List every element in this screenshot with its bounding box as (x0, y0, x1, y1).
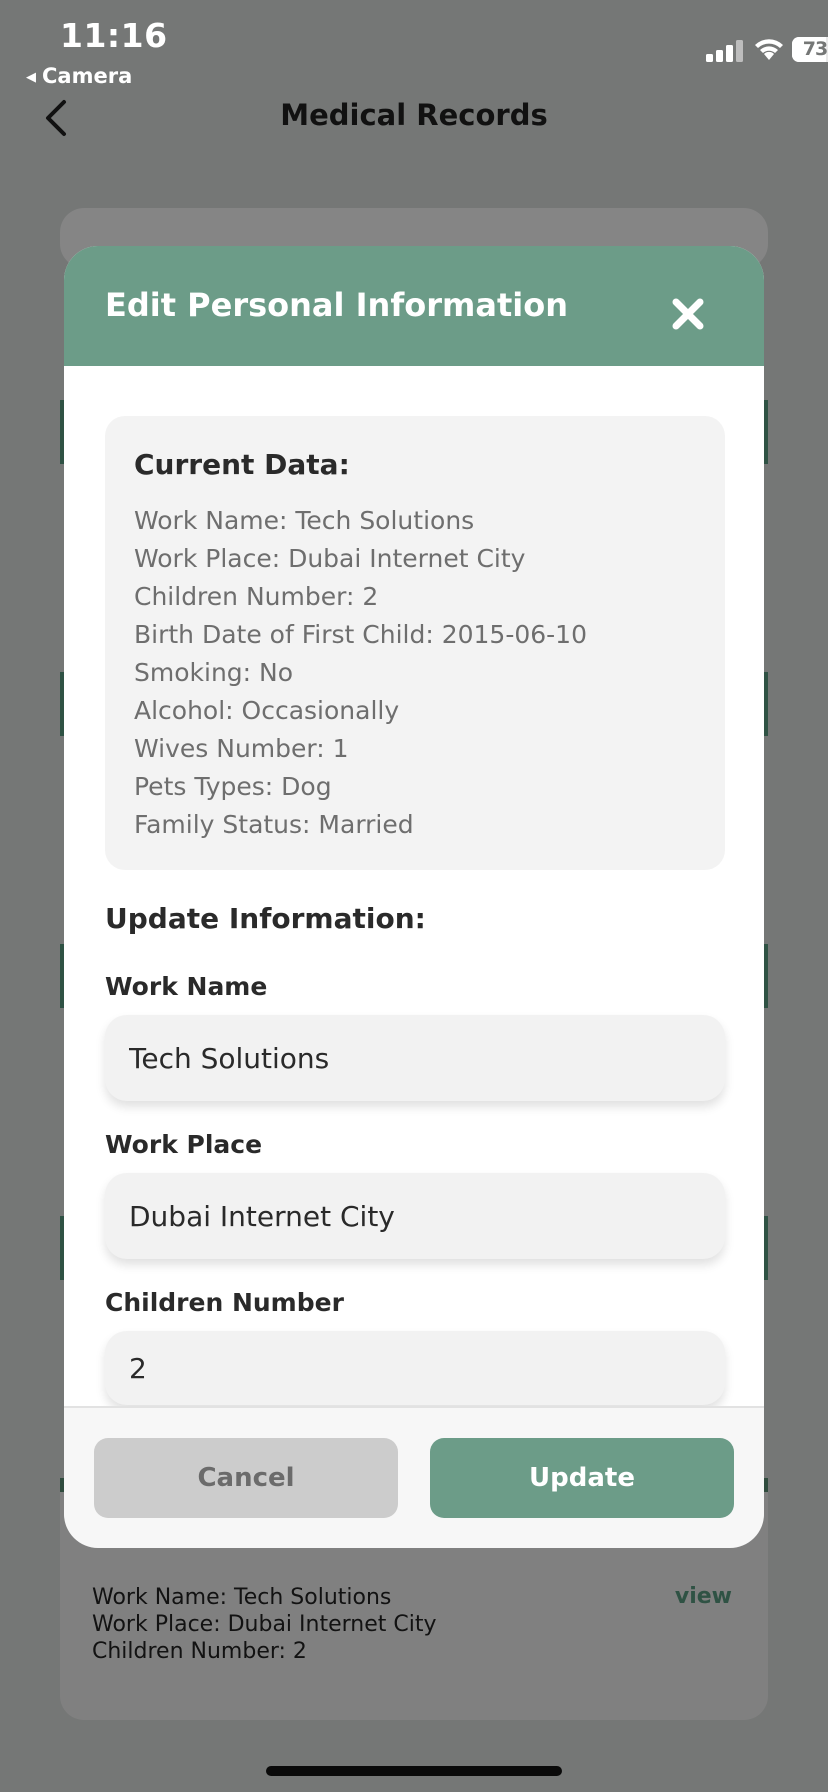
wifi-icon (755, 39, 783, 60)
home-indicator[interactable] (266, 1766, 562, 1776)
children-number-label: Children Number (105, 1288, 344, 1317)
current-data-item: Work Name: Tech Solutions (134, 506, 475, 535)
work-place-label: Work Place (105, 1130, 263, 1159)
background-record-summary: Work Name: Tech Solutions Work Place: Du… (92, 1584, 437, 1665)
modal-footer: Cancel Update (64, 1406, 764, 1548)
current-data-list: Work Name: Tech Solutions Work Place: Du… (134, 502, 587, 844)
summary-line: Work Name: Tech Solutions (92, 1585, 392, 1610)
current-data-item: Family Status: Married (134, 810, 414, 839)
back-triangle-icon: ◀ (26, 70, 36, 85)
current-data-item: Children Number: 2 (134, 582, 379, 611)
summary-line: Children Number: 2 (92, 1639, 307, 1664)
battery-icon: 73 (792, 37, 828, 62)
children-number-input[interactable] (105, 1331, 725, 1405)
battery-percent: 73 (802, 38, 828, 60)
current-data-item: Wives Number: 1 (134, 734, 349, 763)
back-to-camera-link[interactable]: ◀ Camera (26, 64, 132, 88)
update-information-title: Update Information: (105, 902, 426, 935)
modal-title: Edit Personal Information (105, 286, 568, 324)
modal-header: Edit Personal Information (64, 246, 764, 366)
back-app-label: Camera (42, 64, 133, 88)
current-data-item: Birth Date of First Child: 2015-06-10 (134, 620, 587, 649)
cancel-button[interactable]: Cancel (94, 1438, 398, 1518)
current-data-item: Smoking: No (134, 658, 294, 687)
work-name-label: Work Name (105, 972, 268, 1001)
current-data-item: Alcohol: Occasionally (134, 696, 400, 725)
summary-line: Work Place: Dubai Internet City (92, 1612, 437, 1637)
cellular-signal-icon (706, 40, 743, 62)
view-link[interactable]: view (675, 1584, 732, 1609)
page-title: Medical Records (280, 98, 548, 132)
current-data-item: Work Place: Dubai Internet City (134, 544, 526, 573)
work-place-input[interactable] (105, 1173, 725, 1259)
current-data-title: Current Data: (134, 448, 350, 481)
update-button[interactable]: Update (430, 1438, 734, 1518)
close-icon[interactable] (668, 294, 708, 334)
status-time: 11:16 (60, 16, 168, 55)
work-name-input[interactable] (105, 1015, 725, 1101)
current-data-item: Pets Types: Dog (134, 772, 332, 801)
